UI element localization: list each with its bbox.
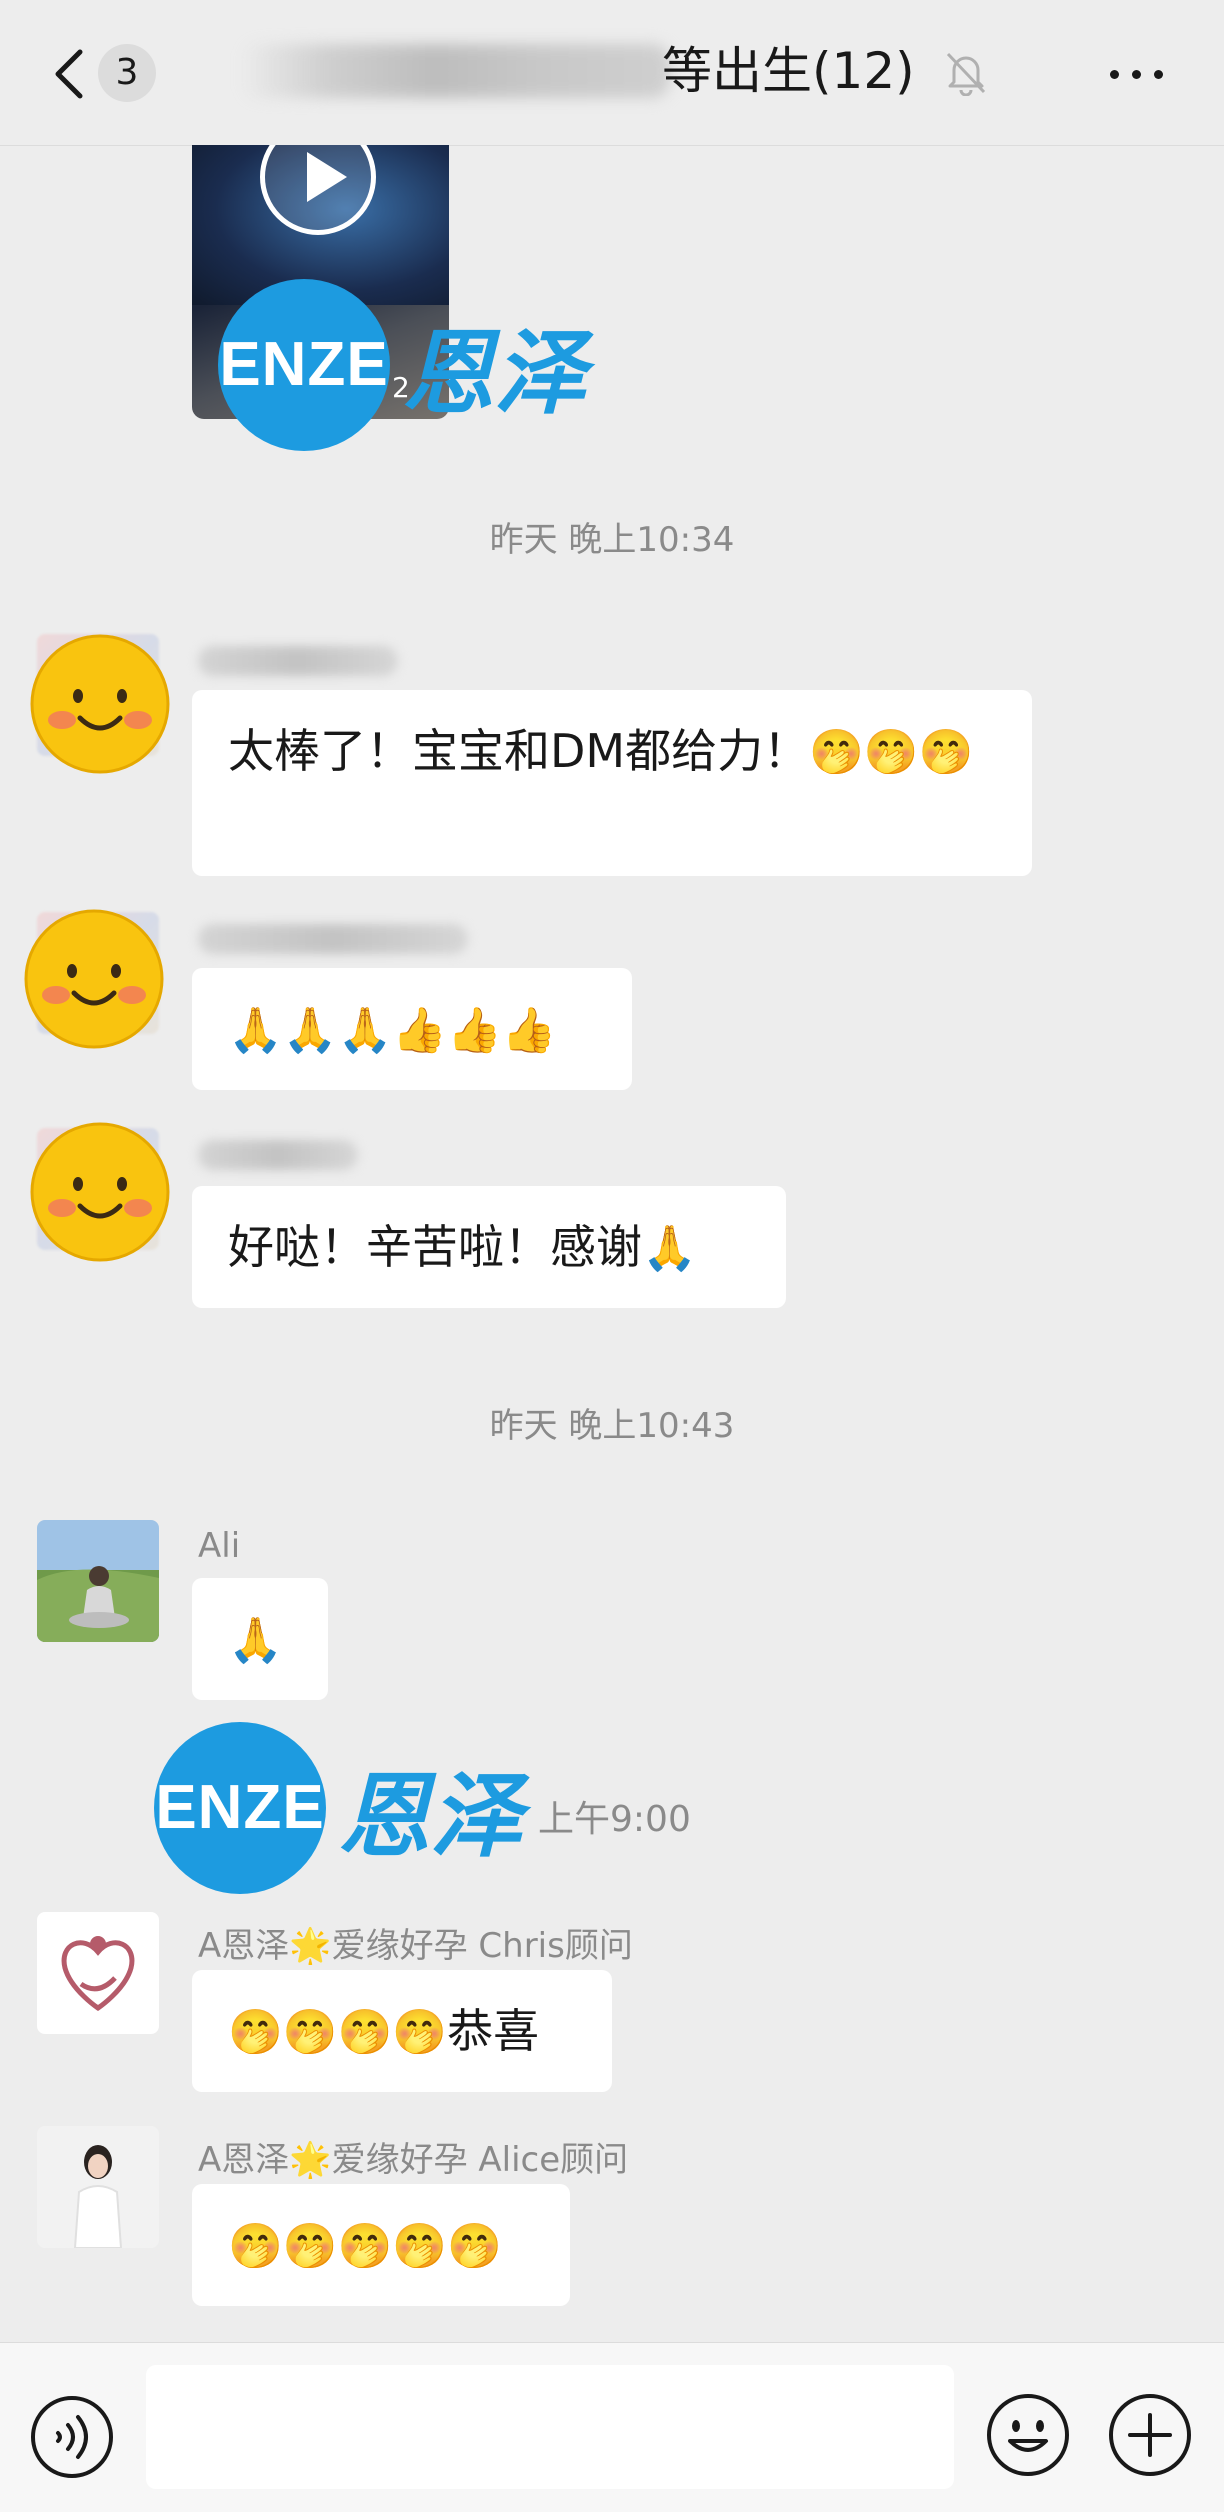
message-input[interactable] — [146, 2365, 954, 2489]
avatar-chris[interactable] — [37, 1912, 159, 2034]
emoji-icon[interactable] — [986, 2393, 1070, 2477]
sender-name: Ali — [198, 1526, 241, 1566]
enze-logo-circle: ENZE — [218, 279, 390, 451]
timestamp: 上午9:00 — [538, 1799, 691, 1840]
smiley-face-icon — [24, 909, 164, 1049]
message-text: 好哒！辛苦啦！感谢 — [228, 1220, 642, 1274]
input-bar — [0, 2342, 1224, 2512]
plus-icon[interactable] — [1108, 2393, 1192, 2477]
enze-watermark: ENZE 恩泽 — [218, 279, 586, 451]
avatar-ali[interactable] — [37, 1520, 159, 1642]
message-bubble[interactable]: 好哒！辛苦啦！感谢🙏 — [192, 1186, 786, 1308]
message-emoji: 🙏 — [642, 1223, 697, 1274]
message-bubble[interactable]: 🙏 — [192, 1578, 328, 1700]
sender-name: A恩泽🌟爱缘好孕 Alice顾问 — [198, 2140, 629, 2180]
chat-title[interactable]: 等出生(12) — [662, 36, 915, 106]
message-emoji: 🙏🙏🙏👍👍👍 — [228, 1005, 557, 1056]
enze-logo-text: 恩泽 — [402, 318, 587, 427]
message-emoji: 🤭🤭🤭🤭🤭 — [228, 2221, 502, 2272]
more-dots-icon — [1110, 70, 1119, 79]
smiley-face-icon — [30, 634, 170, 774]
message-emoji: 🙏 — [228, 1615, 283, 1666]
timestamp: 昨天 晚上10:43 — [489, 1406, 735, 1446]
message-bubble[interactable]: 🤭🤭🤭🤭🤭 — [192, 2184, 570, 2306]
enze-logo-text: 恩泽 — [338, 1761, 523, 1870]
more-options-button[interactable] — [1104, 56, 1168, 92]
message-bubble[interactable]: 🤭🤭🤭🤭恭喜 — [192, 1970, 612, 2092]
sender-name-redacted — [198, 924, 468, 954]
message-text: 恭喜 — [447, 2004, 540, 2058]
voice-icon[interactable] — [30, 2395, 114, 2479]
timestamp: 昨天 晚上10:34 — [489, 520, 735, 560]
message-bubble[interactable]: 🙏🙏🙏👍👍👍 — [192, 968, 632, 1090]
message-emoji: 🤭🤭🤭 — [809, 727, 974, 778]
bell-muted-icon — [946, 52, 986, 96]
more-dots-icon — [1132, 70, 1141, 79]
back-button[interactable]: 3 — [40, 36, 200, 108]
more-dots-icon — [1154, 70, 1163, 79]
sender-name-redacted — [198, 1140, 358, 1170]
redacted-title — [240, 44, 670, 98]
sender-name: A恩泽🌟爱缘好孕 Chris顾问 — [198, 1926, 633, 1966]
chat-header: 3 等出生(12) — [0, 0, 1224, 146]
unread-count-badge: 3 — [98, 44, 156, 102]
chevron-left-icon — [55, 49, 83, 99]
sender-name-redacted — [198, 646, 398, 676]
enze-watermark: ENZE 恩泽 — [154, 1722, 522, 1894]
message-text: 太棒了！宝宝和DM都给力！ — [228, 724, 810, 778]
message-bubble[interactable]: 太棒了！宝宝和DM都给力！🤭🤭🤭 — [192, 690, 1032, 876]
avatar-alice[interactable] — [37, 2126, 159, 2248]
enze-logo-circle: ENZE — [154, 1722, 326, 1894]
message-emoji: 🤭🤭🤭🤭 — [228, 2007, 448, 2058]
smiley-face-icon — [30, 1122, 170, 1262]
